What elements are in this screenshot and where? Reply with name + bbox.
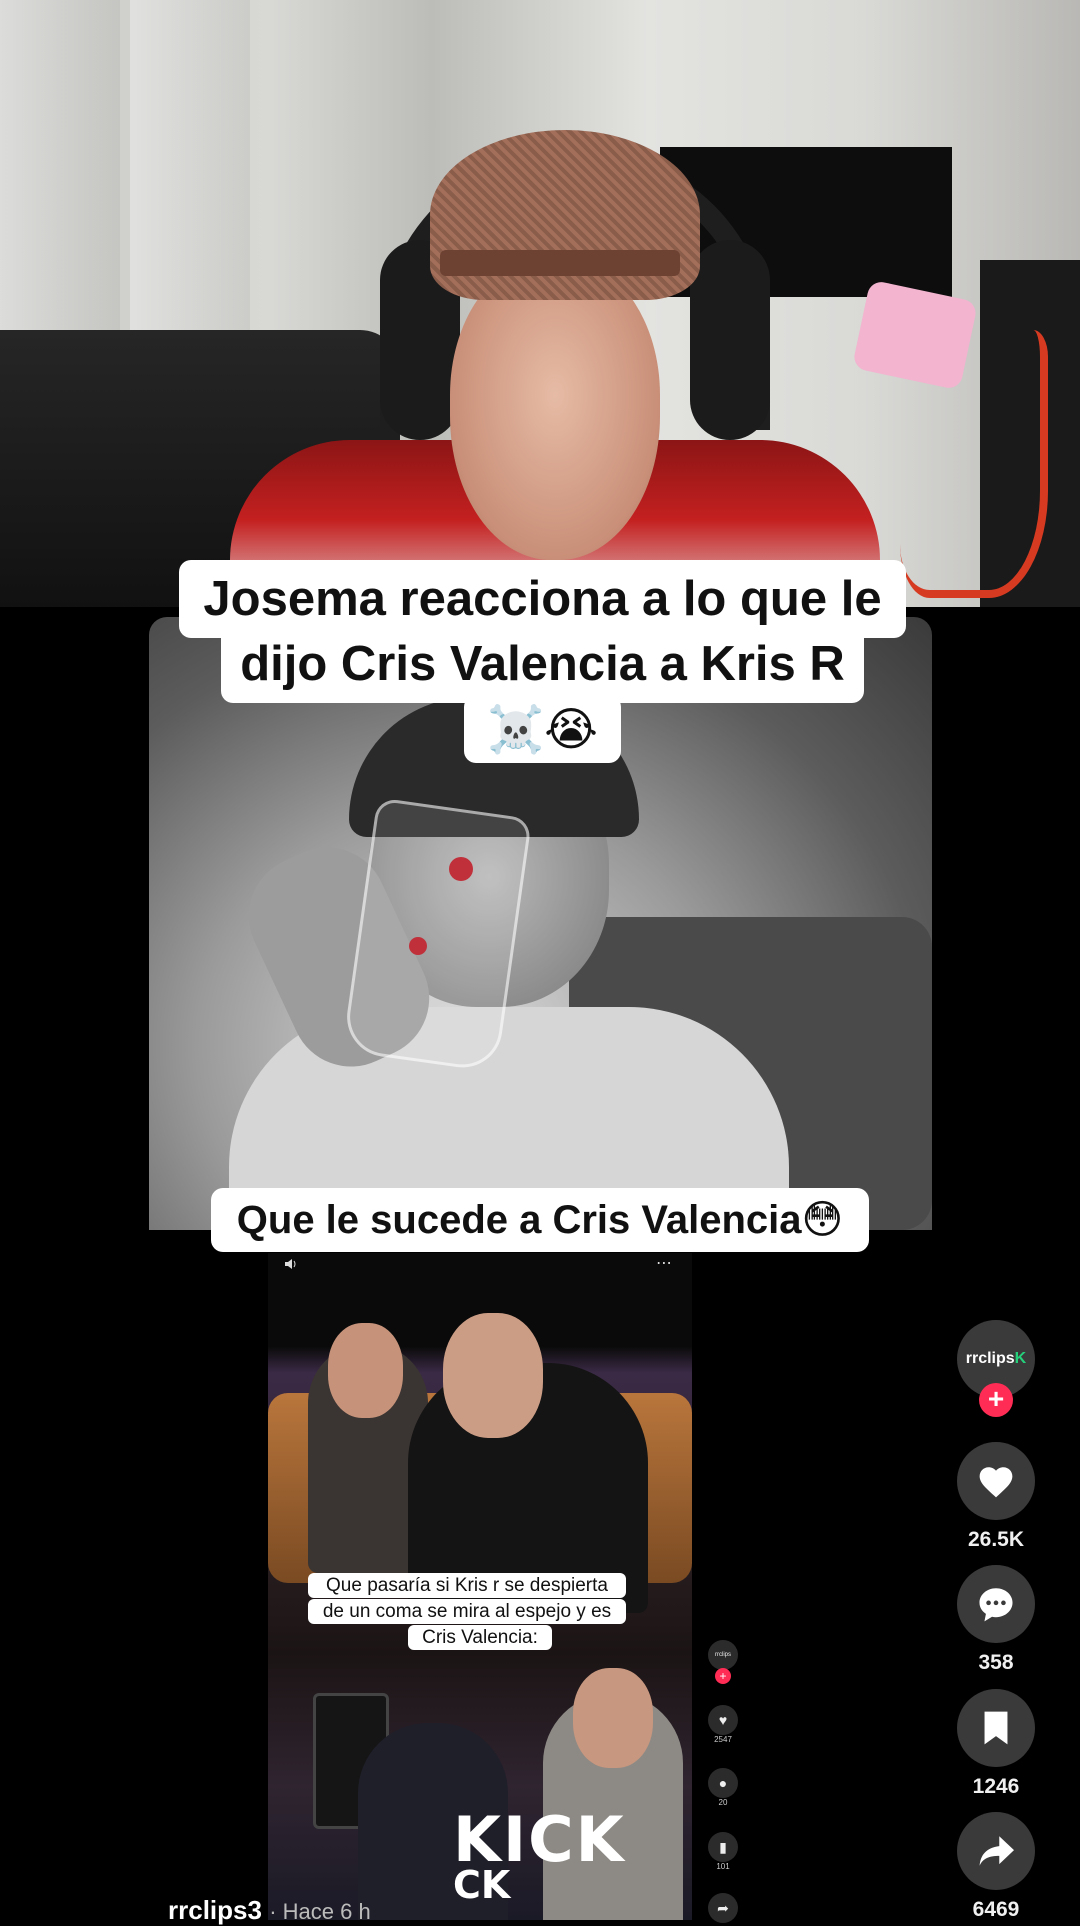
comment-button[interactable]: 358 bbox=[957, 1565, 1035, 1675]
cap-strap bbox=[440, 250, 680, 276]
inner-like[interactable]: ♥ 2547 bbox=[706, 1705, 740, 1744]
inner-caption-line-3: Cris Valencia: bbox=[408, 1625, 552, 1650]
streamer-webcam bbox=[0, 0, 1080, 607]
bookmark-icon bbox=[957, 1689, 1035, 1767]
streamer bbox=[380, 130, 770, 607]
glass-print bbox=[409, 937, 427, 955]
share-icon: ➦ bbox=[708, 1893, 738, 1923]
comment-count: 358 bbox=[978, 1651, 1014, 1674]
glass-print bbox=[449, 857, 473, 881]
like-button[interactable]: 26.5K bbox=[957, 1442, 1035, 1552]
share-icon bbox=[957, 1812, 1035, 1890]
speaker-icon[interactable] bbox=[284, 1257, 298, 1274]
red-bike bbox=[900, 330, 1048, 598]
inner-comment[interactable]: ● 20 bbox=[706, 1768, 740, 1807]
comment-icon bbox=[957, 1565, 1035, 1643]
save-button[interactable]: 1246 bbox=[957, 1689, 1035, 1799]
follow-button[interactable]: + bbox=[979, 1383, 1013, 1417]
creator-username[interactable]: rrclips3 · Hace 6 h bbox=[168, 1895, 371, 1926]
curtain bbox=[130, 0, 250, 380]
more-options-icon[interactable]: ⋯ bbox=[656, 1253, 673, 1273]
heart-icon bbox=[957, 1442, 1035, 1520]
heart-icon: ♥ bbox=[708, 1705, 738, 1735]
inner-caption-line-1: Que pasaría si Kris r se despierta bbox=[308, 1573, 626, 1598]
inner-follow-icon[interactable]: + bbox=[706, 1668, 740, 1684]
like-count: 26.5K bbox=[967, 1528, 1025, 1551]
avatar-text: rrclips bbox=[965, 1350, 1015, 1367]
person-right-head bbox=[443, 1313, 543, 1438]
share-button[interactable]: 6469 bbox=[957, 1812, 1035, 1922]
inner-share[interactable]: ➦ bbox=[706, 1893, 740, 1923]
share-count: 6469 bbox=[972, 1898, 1020, 1921]
inner-like-count: 2547 bbox=[714, 1735, 732, 1744]
embedded-video[interactable]: ⋯ KICK CK Que pasaría si Kris r se despi… bbox=[268, 1253, 692, 1920]
inner-comment-count: 20 bbox=[718, 1798, 728, 1807]
comment-icon: ● bbox=[708, 1768, 738, 1798]
bookmark-icon: ▮ bbox=[708, 1832, 738, 1862]
post-time: · Hace 6 h bbox=[269, 1899, 371, 1924]
kick-logo-text-2: CK bbox=[453, 1863, 511, 1907]
clip-subtitle: Que le sucede a Cris Valencia😳 bbox=[211, 1188, 869, 1252]
inner-save[interactable]: ▮ 101 bbox=[706, 1832, 740, 1871]
person-bottom-right-head bbox=[573, 1668, 653, 1768]
inner-save-count: 101 bbox=[716, 1862, 730, 1871]
save-count: 1246 bbox=[972, 1775, 1020, 1798]
streamer-face bbox=[450, 260, 660, 560]
inner-caption-line-2: de un coma se mira al espejo y es bbox=[308, 1599, 626, 1624]
person-left-head bbox=[328, 1323, 403, 1418]
curtain bbox=[0, 0, 120, 380]
avatar-accent: K bbox=[1014, 1350, 1027, 1367]
headphone-right bbox=[690, 240, 770, 440]
username-text: rrclips3 bbox=[168, 1895, 262, 1925]
title-line-2: dijo Cris Valencia a Kris R bbox=[221, 625, 864, 703]
inner-avatar[interactable]: rrclips bbox=[706, 1640, 740, 1670]
title-line-3: ☠️😭 bbox=[464, 695, 621, 763]
